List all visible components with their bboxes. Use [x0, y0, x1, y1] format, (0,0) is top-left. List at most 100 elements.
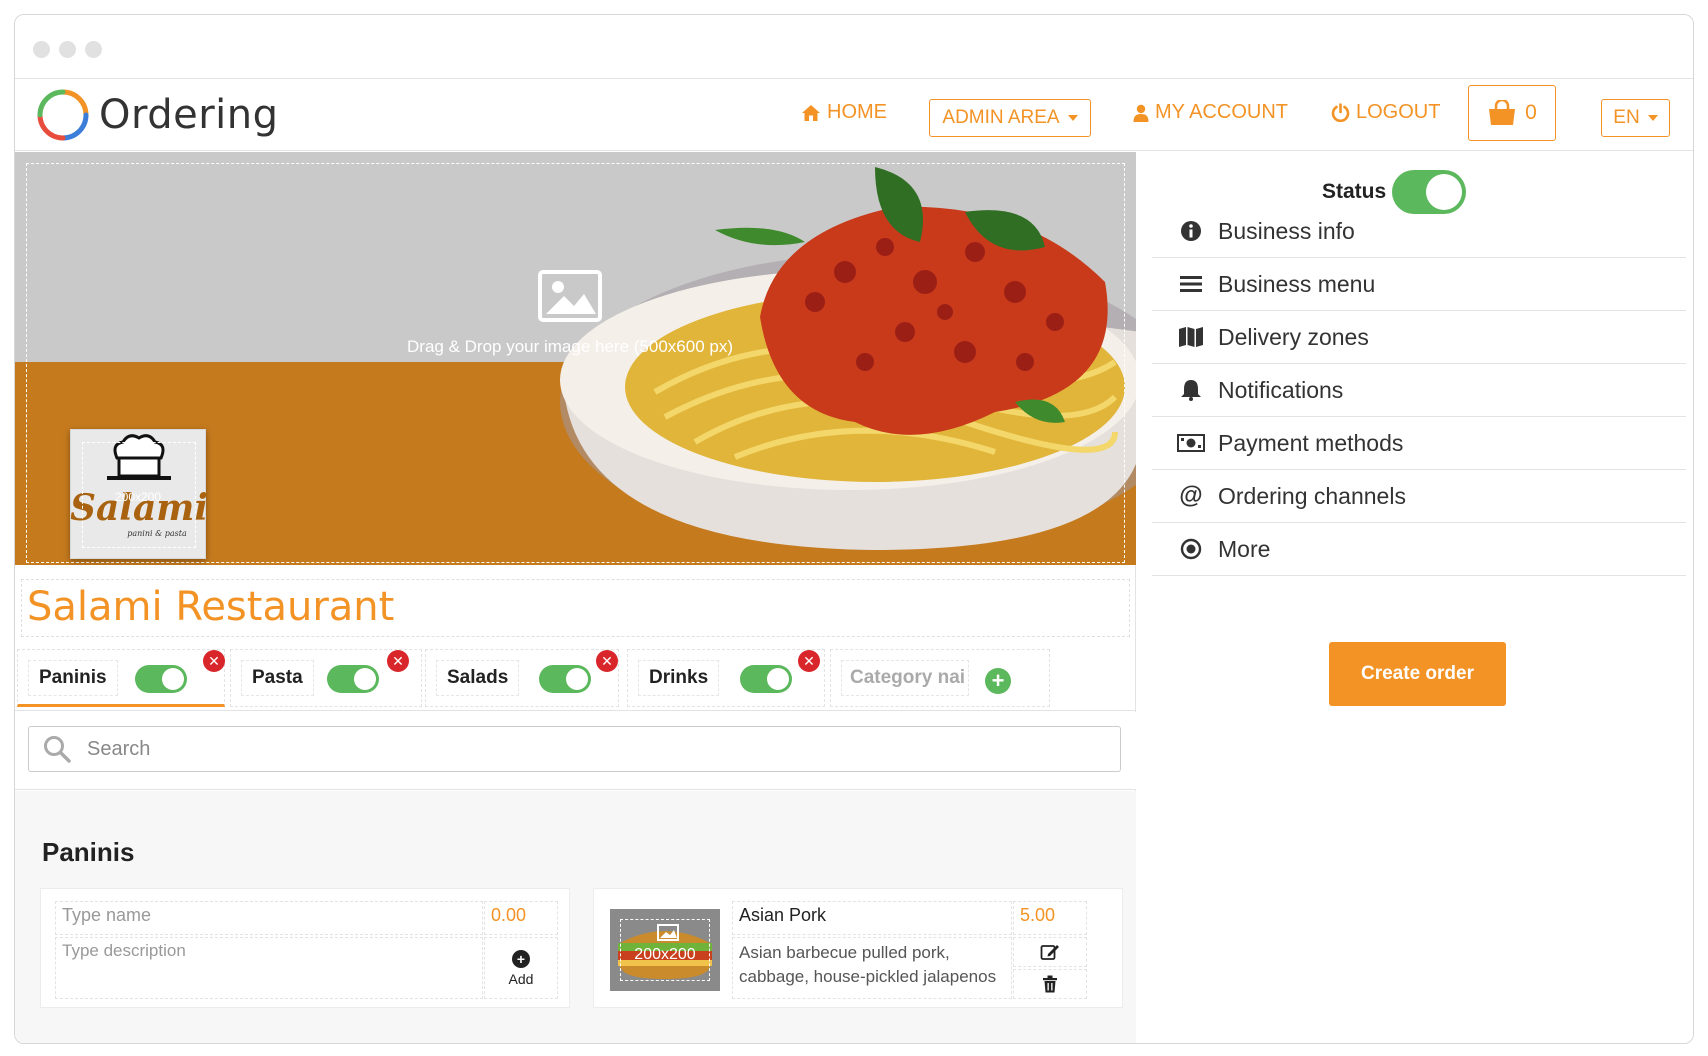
- add-product-label: Add: [508, 970, 534, 987]
- admin-area-label: ADMIN AREA: [942, 107, 1060, 128]
- product-description-input[interactable]: Type description: [55, 937, 483, 999]
- status-label: Status: [1322, 180, 1387, 203]
- upload-hint-text: Drag & Drop your image here (500x600 px): [407, 337, 733, 356]
- edit-icon: [1040, 945, 1059, 960]
- nav-logout-label: LOGOUT: [1356, 101, 1441, 123]
- category-tab-pasta[interactable]: Pasta ✕: [230, 649, 422, 707]
- map-icon: [1176, 322, 1206, 352]
- product-price[interactable]: 5.00: [1013, 901, 1087, 935]
- app-logo[interactable]: Ordering: [35, 87, 279, 143]
- sidebar-item-business-info[interactable]: Business info: [1152, 205, 1686, 258]
- user-icon: [1133, 104, 1149, 122]
- sidebar-item-label: Business info: [1218, 217, 1355, 244]
- power-icon: [1331, 103, 1350, 122]
- admin-area-dropdown[interactable]: ADMIN AREA: [929, 99, 1091, 137]
- app-logo-text: Ordering: [99, 92, 279, 138]
- at-icon: @: [1179, 482, 1203, 509]
- cart-button[interactable]: 0: [1468, 85, 1556, 141]
- category-name[interactable]: Salads: [436, 660, 520, 696]
- cover-image-dropzone[interactable]: Drag & Drop your image here (500x600 px)…: [15, 152, 1136, 565]
- sidebar-item-delivery-zones[interactable]: Delivery zones: [1152, 311, 1686, 364]
- delete-product-button[interactable]: [1013, 969, 1087, 999]
- sidebar-item-more[interactable]: More: [1152, 523, 1686, 576]
- nav-logout-link[interactable]: LOGOUT: [1331, 101, 1440, 124]
- title-bar: [15, 15, 1693, 79]
- category-name[interactable]: Paninis: [28, 660, 118, 696]
- sidebar-item-label: Payment methods: [1218, 429, 1404, 456]
- sidebar-item-label: Business menu: [1218, 270, 1376, 297]
- product-description[interactable]: Asian barbecue pulled pork, cabbage, hou…: [732, 937, 1012, 999]
- logo-size-hint: 200x200: [114, 490, 162, 504]
- hamburger-icon: [1176, 269, 1206, 299]
- restaurant-name-field[interactable]: Salami Restaurant: [21, 579, 1130, 637]
- window-dot-close[interactable]: [33, 41, 50, 58]
- search-input[interactable]: [87, 737, 987, 761]
- ordering-logo-icon: [37, 89, 89, 141]
- category-enabled-toggle[interactable]: [327, 665, 379, 693]
- edit-product-button[interactable]: [1013, 937, 1087, 967]
- sidebar-item-label: Ordering channels: [1218, 482, 1406, 509]
- sidebar-item-label: Delivery zones: [1218, 323, 1369, 350]
- category-enabled-toggle[interactable]: [539, 665, 591, 693]
- remove-category-icon[interactable]: ✕: [596, 650, 618, 672]
- product-price-input[interactable]: 0.00: [484, 901, 558, 935]
- sidebar-item-business-menu[interactable]: Business menu: [1152, 258, 1686, 311]
- remove-category-icon[interactable]: ✕: [798, 650, 820, 672]
- section-title: Paninis: [42, 837, 135, 867]
- sidebar-item-ordering-channels[interactable]: @ Ordering channels: [1152, 470, 1686, 523]
- language-dropdown[interactable]: EN: [1601, 99, 1670, 137]
- sidebar-item-payment-methods[interactable]: Payment methods: [1152, 417, 1686, 470]
- new-category: Category nai +: [830, 649, 1050, 707]
- window-dot-minimize[interactable]: [59, 41, 76, 58]
- product-description-line: cabbage, house-pickled jalapenos: [739, 967, 997, 986]
- shopping-bag-icon: [1489, 100, 1516, 125]
- category-section: Paninis Type name 0.00 Type description …: [15, 791, 1136, 1043]
- restaurant-name: Salami Restaurant: [27, 584, 395, 630]
- dot-circle-icon: [1176, 534, 1206, 564]
- create-order-button[interactable]: Create order: [1329, 642, 1506, 706]
- category-tab-salads[interactable]: Salads ✕: [425, 649, 619, 707]
- money-icon: [1176, 428, 1206, 458]
- product-description-line: Asian barbecue pulled pork,: [739, 943, 950, 962]
- info-circle-icon: [1176, 216, 1206, 246]
- browser-window: Ordering HOME ADMIN AREA MY ACCOUNT LOGO…: [14, 14, 1694, 1044]
- search-icon: [44, 736, 71, 763]
- business-logo-dropzone[interactable]: Salami panini & pasta 200x200: [70, 429, 207, 559]
- product-card[interactable]: 200x200 Asian Pork 5.00 Asian barbecue p…: [593, 888, 1123, 1008]
- top-navbar: Ordering HOME ADMIN AREA MY ACCOUNT LOGO…: [15, 79, 1693, 151]
- category-tab-paninis[interactable]: Paninis ✕: [17, 649, 225, 707]
- language-label: EN: [1613, 107, 1640, 128]
- sidebar-menu: Business info Business menu Delivery zon…: [1152, 205, 1686, 576]
- sidebar-item-notifications[interactable]: Notifications: [1152, 364, 1686, 417]
- bell-icon: [1176, 375, 1206, 405]
- chevron-down-icon: [1067, 115, 1078, 121]
- category-tabs: Paninis ✕ Pasta ✕ Salads ✕ Drinks ✕ Cate…: [15, 649, 1136, 711]
- add-category-icon[interactable]: +: [985, 668, 1011, 694]
- product-name[interactable]: Asian Pork: [732, 901, 1012, 935]
- nav-my-account-label: MY ACCOUNT: [1155, 101, 1288, 123]
- business-editor: Drag & Drop your image here (500x600 px)…: [15, 152, 1136, 1043]
- category-name[interactable]: Pasta: [241, 660, 314, 696]
- image-upload-icon: [538, 270, 602, 322]
- nav-home-link[interactable]: HOME: [801, 101, 887, 124]
- new-category-input[interactable]: Category nai: [841, 660, 969, 696]
- nav-my-account-link[interactable]: MY ACCOUNT: [1133, 101, 1288, 124]
- window-dot-maximize[interactable]: [85, 41, 102, 58]
- product-image-dropzone[interactable]: 200x200: [610, 909, 720, 991]
- category-name[interactable]: Drinks: [638, 660, 720, 696]
- search-field[interactable]: [28, 726, 1121, 772]
- category-tab-drinks[interactable]: Drinks ✕: [627, 649, 825, 707]
- product-name-input[interactable]: Type name: [55, 901, 483, 935]
- business-sidebar: Status Business info Business menu Deliv…: [1137, 152, 1693, 1043]
- remove-category-icon[interactable]: ✕: [203, 650, 225, 672]
- search-bar: [15, 712, 1136, 790]
- category-enabled-toggle[interactable]: [135, 665, 187, 693]
- upload-hint: Drag & Drop your image here (500x600 px): [375, 270, 765, 357]
- category-enabled-toggle[interactable]: [740, 665, 792, 693]
- sidebar-item-label: Notifications: [1218, 376, 1344, 403]
- sidebar-item-label: More: [1218, 535, 1271, 562]
- chevron-down-icon: [1647, 115, 1658, 121]
- trash-icon: [1043, 975, 1057, 993]
- add-product-button[interactable]: + Add: [484, 937, 558, 999]
- remove-category-icon[interactable]: ✕: [387, 650, 409, 672]
